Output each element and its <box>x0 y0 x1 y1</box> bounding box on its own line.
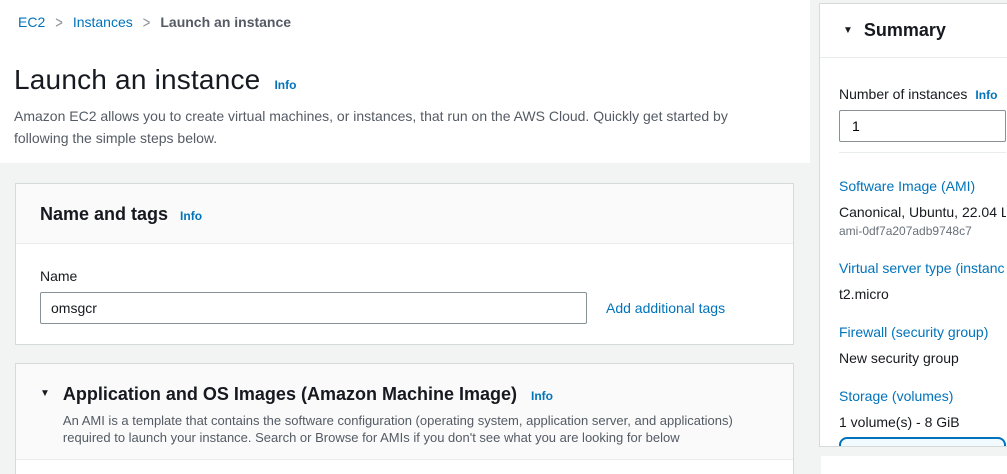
chevron-right-icon: > <box>143 13 151 32</box>
number-of-instances-input[interactable] <box>839 110 1006 142</box>
software-image-link[interactable]: Software Image (AMI) <box>839 177 1006 195</box>
security-group-value: New security group <box>839 349 1006 367</box>
page-header: EC2 > Instances > Launch an instance Lau… <box>0 0 810 163</box>
name-input-row: Add additional tags <box>40 292 769 324</box>
instance-type-value: t2.micro <box>839 285 1006 303</box>
ami-info-link[interactable]: Info <box>531 389 553 403</box>
name-and-tags-section: Name and tags Info Name Add additional t… <box>15 183 794 345</box>
name-label: Name <box>40 268 769 284</box>
breadcrumb-current-page: Launch an instance <box>160 14 291 30</box>
software-image-value: Canonical, Ubuntu, 22.04 L <box>839 203 1006 221</box>
summary-group-ami: Software Image (AMI) Canonical, Ubuntu, … <box>839 177 1006 239</box>
summary-group-instance-type: Virtual server type (instanc t2.micro <box>839 259 1006 303</box>
free-tier-alert <box>839 437 1006 447</box>
firewall-link[interactable]: Firewall (security group) <box>839 323 1006 341</box>
summary-panel: ▼ Summary Number of instances Info Softw… <box>819 3 1007 447</box>
page-title-info-link[interactable]: Info <box>274 78 296 92</box>
breadcrumb-ec2-link[interactable]: EC2 <box>18 14 45 30</box>
number-of-instances-label: Number of instances <box>839 86 967 102</box>
ami-section-description: An AMI is a template that contains the s… <box>63 412 763 446</box>
ami-section-body <box>16 460 793 474</box>
ami-id-value: ami-0df7a207adb9748c7 <box>839 224 1006 239</box>
breadcrumb-instances-link[interactable]: Instances <box>73 14 133 30</box>
summary-body: Number of instances Info Software Image … <box>820 86 1007 447</box>
summary-header[interactable]: ▼ Summary <box>820 4 1007 58</box>
name-and-tags-body: Name Add additional tags <box>16 244 793 344</box>
storage-volumes-link[interactable]: Storage (volumes) <box>839 387 1006 405</box>
name-and-tags-info-link[interactable]: Info <box>180 209 202 223</box>
virtual-server-type-link[interactable]: Virtual server type (instanc <box>839 259 1006 277</box>
summary-group-storage: Storage (volumes) 1 volume(s) - 8 GiB <box>839 387 1006 431</box>
breadcrumb: EC2 > Instances > Launch an instance <box>0 0 810 30</box>
collapse-triangle-icon[interactable]: ▼ <box>843 26 853 36</box>
summary-divider <box>839 152 1006 153</box>
storage-value: 1 volume(s) - 8 GiB <box>839 413 1006 431</box>
ami-section: ▼ Application and OS Images (Amazon Mach… <box>15 363 794 474</box>
title-row: Launch an instance Info <box>0 30 810 96</box>
name-and-tags-header: Name and tags Info <box>16 184 793 244</box>
footer-panel <box>821 456 1007 474</box>
page-title: Launch an instance <box>14 64 260 96</box>
summary-title: Summary <box>864 20 946 41</box>
name-input[interactable] <box>40 292 587 324</box>
name-and-tags-title: Name and tags <box>40 204 168 225</box>
number-of-instances-row: Number of instances Info <box>839 86 1006 102</box>
summary-group-firewall: Firewall (security group) New security g… <box>839 323 1006 367</box>
chevron-right-icon: > <box>55 13 63 32</box>
ami-header-content: Application and OS Images (Amazon Machin… <box>63 384 769 446</box>
ami-section-title: Application and OS Images (Amazon Machin… <box>63 384 517 405</box>
number-of-instances-info-link[interactable]: Info <box>975 88 997 102</box>
ami-title-line: Application and OS Images (Amazon Machin… <box>63 384 769 405</box>
ec2-launch-instance-page: EC2 > Instances > Launch an instance Lau… <box>0 0 1007 474</box>
add-additional-tags-link[interactable]: Add additional tags <box>606 300 725 316</box>
ami-section-header[interactable]: ▼ Application and OS Images (Amazon Mach… <box>16 364 793 460</box>
collapse-triangle-icon[interactable]: ▼ <box>40 389 50 399</box>
page-description: Amazon EC2 allows you to create virtual … <box>0 96 760 149</box>
